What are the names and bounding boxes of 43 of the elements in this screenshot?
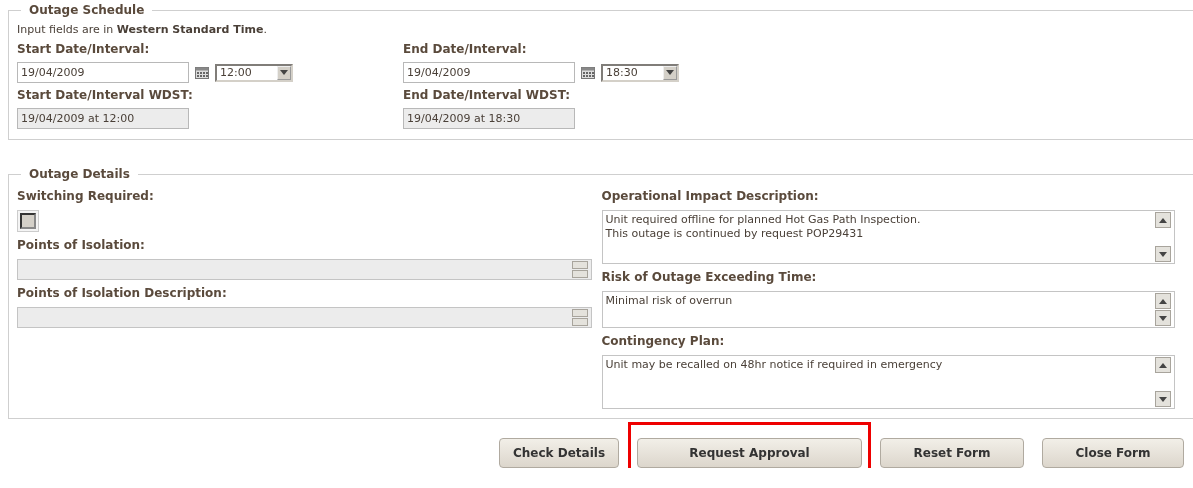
down-triangle-icon: [1159, 396, 1167, 402]
time-select[interactable]: 12:00: [215, 63, 293, 82]
down-triangle-icon: [666, 70, 674, 75]
field-label: End Date/Interval:: [403, 42, 528, 57]
form-button[interactable]: Close Form: [1042, 438, 1184, 468]
up-triangle-icon: [1159, 298, 1167, 304]
field-label: Switching Required:: [17, 189, 155, 204]
calendar-icon[interactable]: [581, 66, 595, 79]
field-label: Operational Impact Description:: [601, 189, 820, 204]
field-label: Start Date/Interval WDST:: [17, 88, 194, 103]
date-field[interactable]: 19/04/2009: [403, 62, 575, 83]
date-field[interactable]: 19/04/2009: [17, 62, 189, 83]
switching-checkbox[interactable]: [17, 210, 39, 232]
scroll-down-button[interactable]: [1155, 310, 1171, 326]
scroll-up-button[interactable]: [1155, 357, 1171, 373]
down-triangle-icon: [1159, 315, 1167, 321]
field-label: Contingency Plan:: [601, 334, 726, 349]
field-label: Points of Isolation Description:: [17, 286, 228, 301]
text-area[interactable]: Unit required offline for planned Hot Gas Path Inspection. This outage is continued by request POP29431: [601, 210, 1175, 264]
time-select[interactable]: 18:30: [601, 63, 679, 82]
field-label: Points of Isolation:: [17, 238, 146, 253]
field-label: End Date/Interval WDST:: [403, 88, 571, 103]
up-triangle-icon: [1159, 362, 1167, 368]
section-title: Outage Schedule: [21, 3, 153, 17]
up-triangle-icon: [1159, 217, 1167, 223]
timezone-note: Input fields are in Western Standard Time.: [17, 23, 268, 36]
scroll-down-button[interactable]: [1155, 246, 1171, 262]
scroll-up-button[interactable]: [1155, 212, 1171, 228]
calendar-icon[interactable]: [195, 66, 209, 79]
down-triangle-icon: [280, 70, 288, 75]
readonly-field: 19/04/2009 at 18:30: [403, 108, 575, 129]
down-triangle-icon: [1159, 251, 1167, 257]
scroll-down-button[interactable]: [1155, 391, 1171, 407]
section-title: Outage Details: [21, 167, 138, 181]
field-label: Risk of Outage Exceeding Time:: [601, 270, 818, 285]
form-button[interactable]: Reset Form: [880, 438, 1024, 468]
form-button[interactable]: Request Approval: [637, 438, 862, 468]
text-area[interactable]: Minimal risk of overrun: [601, 291, 1175, 328]
field-label: Start Date/Interval:: [17, 42, 151, 57]
readonly-field: 19/04/2009 at 12:00: [17, 108, 189, 129]
text-area[interactable]: Unit may be recalled on 48hr notice if required in emergency: [601, 355, 1175, 409]
scroll-up-button[interactable]: [1155, 293, 1171, 309]
form-button[interactable]: Check Details: [499, 438, 619, 468]
